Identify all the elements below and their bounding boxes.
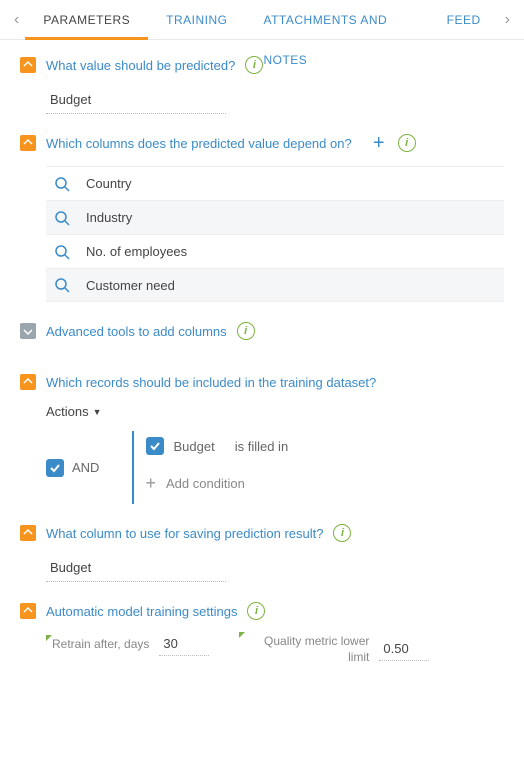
retrain-days-label: Retrain after, days bbox=[46, 637, 149, 653]
info-icon[interactable]: i bbox=[333, 524, 351, 542]
add-condition-label: Add condition bbox=[166, 476, 245, 491]
search-icon bbox=[54, 244, 70, 260]
column-row[interactable]: Industry bbox=[46, 200, 504, 234]
section-title: Which records should be included in the … bbox=[46, 375, 376, 390]
tab-training[interactable]: TRAINING bbox=[148, 0, 245, 40]
predicted-value-field[interactable]: Budget bbox=[46, 88, 226, 114]
collapse-toggle[interactable] bbox=[20, 323, 36, 339]
search-icon bbox=[54, 277, 70, 293]
retrain-days-input[interactable]: 30 bbox=[159, 634, 209, 656]
add-column-button[interactable]: + bbox=[370, 134, 388, 152]
condition-operator[interactable]: is filled in bbox=[235, 439, 288, 454]
save-column-field[interactable]: Budget bbox=[46, 556, 226, 582]
chevron-down-icon: ▼ bbox=[93, 407, 102, 417]
section-depend-columns: Which columns does the predicted value d… bbox=[0, 118, 524, 306]
search-icon bbox=[54, 176, 70, 192]
column-row[interactable]: Country bbox=[46, 166, 504, 200]
column-row[interactable]: Customer need bbox=[46, 268, 504, 302]
collapse-toggle[interactable] bbox=[20, 374, 36, 390]
and-label: AND bbox=[72, 460, 99, 475]
info-icon[interactable]: i bbox=[247, 602, 265, 620]
quality-limit-input[interactable]: 0.50 bbox=[379, 639, 429, 661]
tab-parameters[interactable]: PARAMETERS bbox=[25, 0, 148, 40]
search-icon bbox=[54, 210, 70, 226]
column-name: Customer need bbox=[86, 278, 175, 293]
condition-field[interactable]: Budget bbox=[174, 439, 215, 454]
info-icon[interactable]: i bbox=[245, 56, 263, 74]
plus-icon: + bbox=[146, 473, 157, 494]
collapse-toggle[interactable] bbox=[20, 525, 36, 541]
tab-scroll-right[interactable]: › bbox=[499, 11, 516, 29]
column-name: No. of employees bbox=[86, 244, 187, 259]
quality-limit-label: Quality metric lower limit bbox=[239, 634, 369, 665]
collapse-toggle[interactable] bbox=[20, 135, 36, 151]
info-icon[interactable]: i bbox=[398, 134, 416, 152]
column-row[interactable]: No. of employees bbox=[46, 234, 504, 268]
tab-scroll-left[interactable]: ‹ bbox=[8, 11, 25, 29]
section-save-column: What column to use for saving prediction… bbox=[0, 508, 524, 586]
section-title: Which columns does the predicted value d… bbox=[46, 136, 352, 151]
section-auto-training: Automatic model training settings i Retr… bbox=[0, 586, 524, 669]
section-title: What value should be predicted? bbox=[46, 58, 235, 73]
section-training-records: Which records should be included in the … bbox=[0, 358, 524, 508]
section-title: What column to use for saving prediction… bbox=[46, 526, 323, 541]
section-title: Advanced tools to add columns bbox=[46, 324, 227, 339]
info-icon[interactable]: i bbox=[237, 322, 255, 340]
tab-feed[interactable]: FEED bbox=[429, 0, 499, 40]
and-checkbox[interactable] bbox=[46, 459, 64, 477]
section-title: Automatic model training settings bbox=[46, 604, 237, 619]
tab-attachments[interactable]: ATTACHMENTS AND NOTES bbox=[245, 0, 428, 40]
condition-row: Budget is filled in bbox=[146, 437, 289, 455]
add-condition-button[interactable]: + Add condition bbox=[146, 473, 289, 494]
section-advanced-tools: Advanced tools to add columns i bbox=[0, 306, 524, 358]
column-list: Country Industry No. of employees Custom… bbox=[46, 166, 504, 302]
section-predicted-value: What value should be predicted? i Budget bbox=[0, 40, 524, 118]
collapse-toggle[interactable] bbox=[20, 603, 36, 619]
tab-bar: ‹ PARAMETERS TRAINING ATTACHMENTS AND NO… bbox=[0, 0, 524, 40]
filter-divider bbox=[132, 431, 134, 504]
actions-label: Actions bbox=[46, 404, 89, 419]
condition-checkbox[interactable] bbox=[146, 437, 164, 455]
column-name: Industry bbox=[86, 210, 132, 225]
column-name: Country bbox=[86, 176, 132, 191]
collapse-toggle[interactable] bbox=[20, 57, 36, 73]
actions-dropdown[interactable]: Actions ▼ bbox=[46, 404, 102, 419]
